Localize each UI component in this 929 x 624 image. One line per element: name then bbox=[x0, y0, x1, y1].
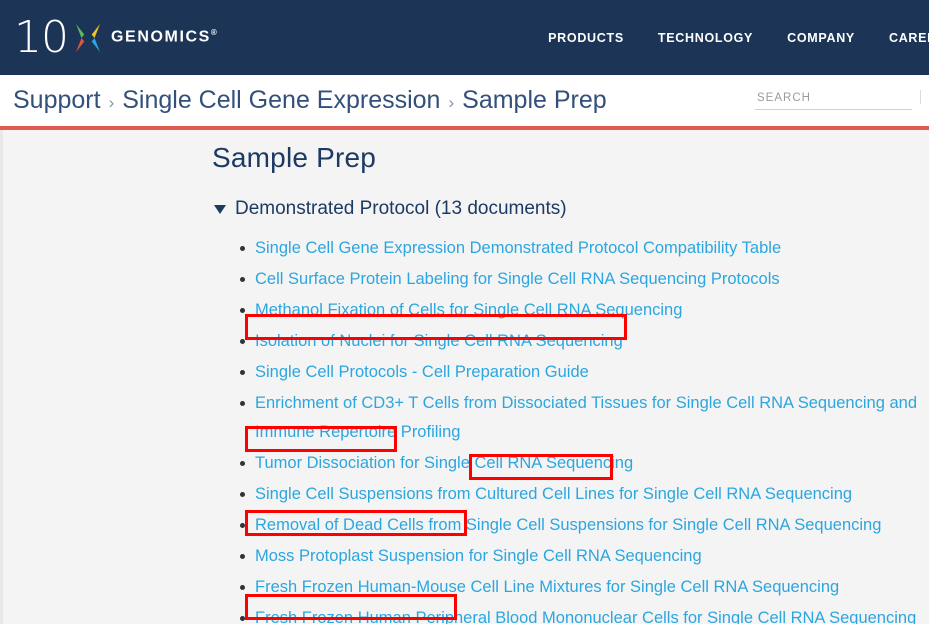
document-link[interactable]: Fresh Frozen Human Peripheral Blood Mono… bbox=[255, 609, 916, 624]
list-item: Fresh Frozen Human-Mouse Cell Line Mixtu… bbox=[214, 573, 929, 602]
document-link[interactable]: Moss Protoplast Suspension for Single Ce… bbox=[255, 547, 702, 565]
breadcrumb-item-single-cell-gene-expression[interactable]: Single Cell Gene Expression bbox=[122, 86, 440, 115]
chevron-down-icon[interactable] bbox=[214, 204, 226, 214]
document-link[interactable]: Removal of Dead Cells from Single Cell S… bbox=[255, 516, 881, 534]
top-navigation-bar: 10 GENOMICS® PRODUCTS TECHNOLOGY COMPANY… bbox=[0, 0, 929, 75]
nav-item-technology[interactable]: TECHNOLOGY bbox=[658, 31, 753, 45]
document-link[interactable]: Single Cell Suspensions from Cultured Ce… bbox=[255, 485, 852, 503]
list-item: Cell Surface Protein Labeling for Single… bbox=[214, 265, 929, 294]
logo-number: 10 bbox=[14, 11, 69, 63]
document-link[interactable]: Cell Surface Protein Labeling for Single… bbox=[255, 270, 780, 288]
list-item: Single Cell Gene Expression Demonstrated… bbox=[214, 234, 929, 263]
section-header-toggle[interactable]: Demonstrated Protocol (13 documents) bbox=[214, 198, 929, 220]
document-link[interactable]: Single Cell Protocols - Cell Preparation… bbox=[255, 363, 589, 381]
logo-trademark: ® bbox=[210, 28, 219, 38]
breadcrumb-separator-2: › bbox=[448, 93, 455, 112]
document-list: Single Cell Gene Expression Demonstrated… bbox=[214, 234, 929, 624]
logo-wordmark: GENOMICS® bbox=[111, 28, 218, 46]
logo-x-icon bbox=[71, 21, 105, 55]
document-link[interactable]: Single Cell Gene Expression Demonstrated… bbox=[255, 239, 781, 257]
search-input[interactable] bbox=[755, 90, 912, 110]
search-box[interactable] bbox=[755, 88, 912, 110]
breadcrumb-item-support[interactable]: Support bbox=[13, 86, 101, 115]
list-item: Single Cell Protocols - Cell Preparation… bbox=[214, 358, 929, 387]
document-link[interactable]: Methanol Fixation of Cells for Single Ce… bbox=[255, 301, 682, 319]
page-root: 10 GENOMICS® PRODUCTS TECHNOLOGY COMPANY… bbox=[0, 0, 929, 624]
list-item: Methanol Fixation of Cells for Single Ce… bbox=[214, 296, 929, 325]
page-title: Sample Prep bbox=[212, 142, 377, 173]
list-item: Removal of Dead Cells from Single Cell S… bbox=[214, 511, 929, 540]
list-item: Isolation of Nuclei for Single Cell RNA … bbox=[214, 327, 929, 356]
main-nav: PRODUCTS TECHNOLOGY COMPANY CAREERS bbox=[548, 0, 929, 75]
nav-item-products[interactable]: PRODUCTS bbox=[548, 31, 624, 45]
brand-logo[interactable]: 10 GENOMICS® bbox=[14, 11, 218, 63]
document-link[interactable]: Tumor Dissociation for Single Cell RNA S… bbox=[255, 454, 633, 472]
main-content: Sample Prep Demonstrated Protocol (13 do… bbox=[0, 130, 929, 624]
search-icon[interactable] bbox=[920, 90, 929, 104]
logo-wordmark-text: GENOMICS bbox=[111, 28, 211, 46]
nav-item-careers[interactable]: CAREERS bbox=[889, 31, 929, 45]
list-item: Tumor Dissociation for Single Cell RNA S… bbox=[214, 449, 929, 478]
document-link[interactable]: Fresh Frozen Human-Mouse Cell Line Mixtu… bbox=[255, 578, 839, 596]
breadcrumb-item-sample-prep[interactable]: Sample Prep bbox=[462, 86, 607, 115]
section-demonstrated-protocol: Demonstrated Protocol (13 documents) Sin… bbox=[214, 198, 929, 624]
list-item: Enrichment of CD3+ T Cells from Dissocia… bbox=[214, 389, 929, 447]
breadcrumb-separator-1: › bbox=[108, 93, 115, 112]
document-link[interactable]: Isolation of Nuclei for Single Cell RNA … bbox=[255, 332, 623, 350]
breadcrumb: Support › Single Cell Gene Expression › … bbox=[13, 86, 607, 115]
section-title: Demonstrated Protocol (13 documents) bbox=[235, 198, 567, 219]
nav-item-company[interactable]: COMPANY bbox=[787, 31, 855, 45]
document-link[interactable]: Enrichment of CD3+ T Cells from Dissocia… bbox=[255, 394, 917, 441]
list-item: Moss Protoplast Suspension for Single Ce… bbox=[214, 542, 929, 571]
list-item: Single Cell Suspensions from Cultured Ce… bbox=[214, 480, 929, 509]
list-item: Fresh Frozen Human Peripheral Blood Mono… bbox=[214, 604, 929, 624]
